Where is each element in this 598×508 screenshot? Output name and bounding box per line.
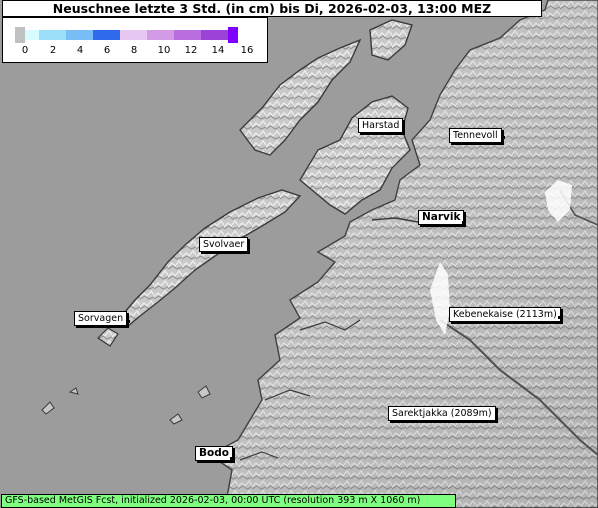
- legend-swatch: [147, 30, 174, 40]
- legend-swatch: [174, 30, 201, 40]
- place-marker: [558, 316, 561, 319]
- legend-tick: 4: [76, 45, 84, 56]
- legend-tick: 0: [21, 45, 29, 56]
- legend-tick: 10: [157, 45, 171, 56]
- legend-swatch: [25, 30, 39, 40]
- place-label-narvik: Narvik: [418, 210, 465, 225]
- legend-tick: 14: [211, 45, 225, 56]
- place-marker: [127, 320, 130, 323]
- place-label-tennevoll: Tennevoll: [449, 128, 502, 143]
- place-label-sorvagen: Sorvagen: [74, 311, 128, 326]
- legend-swatch: [93, 30, 120, 40]
- legend-swatch: [39, 30, 66, 40]
- legend-swatch: [66, 30, 93, 40]
- legend-swatch: [15, 27, 25, 43]
- place-marker: [402, 128, 405, 131]
- forecast-footer: GFS-based MetGIS Fcst, initialized 2026-…: [1, 494, 456, 508]
- legend-tick: 12: [184, 45, 198, 56]
- place-marker: [502, 136, 505, 139]
- legend-swatch: [120, 30, 147, 40]
- legend-tick: 16: [240, 45, 254, 56]
- place-marker: [230, 457, 233, 460]
- legend-swatch: [228, 27, 238, 43]
- place-label-sarektjakka: Sarektjakka (2089m): [388, 406, 496, 421]
- place-label-kebenekaise: Kebenekaise (2113m): [449, 307, 561, 322]
- place-marker: [495, 416, 498, 419]
- legend-tick: 8: [130, 45, 138, 56]
- place-marker: [462, 221, 465, 224]
- place-label-harstad: Harstad: [358, 118, 404, 133]
- legend-tick: 2: [49, 45, 57, 56]
- legend-swatch: [201, 30, 228, 40]
- place-label-svolvaer: Svolvaer: [199, 237, 249, 252]
- map-title: Neuschnee letzte 3 Std. (in cm) bis Di, …: [2, 0, 542, 17]
- snow-legend: 0 2 4 6 8 10 12 14 16: [2, 17, 268, 63]
- legend-color-bar: [15, 27, 238, 43]
- place-marker: [247, 246, 250, 249]
- legend-tick: 6: [103, 45, 111, 56]
- legend-ticks: 0 2 4 6 8 10 12 14 16: [3, 45, 269, 59]
- terrain-map: [0, 0, 598, 508]
- place-label-bodo: Bodo: [195, 446, 233, 461]
